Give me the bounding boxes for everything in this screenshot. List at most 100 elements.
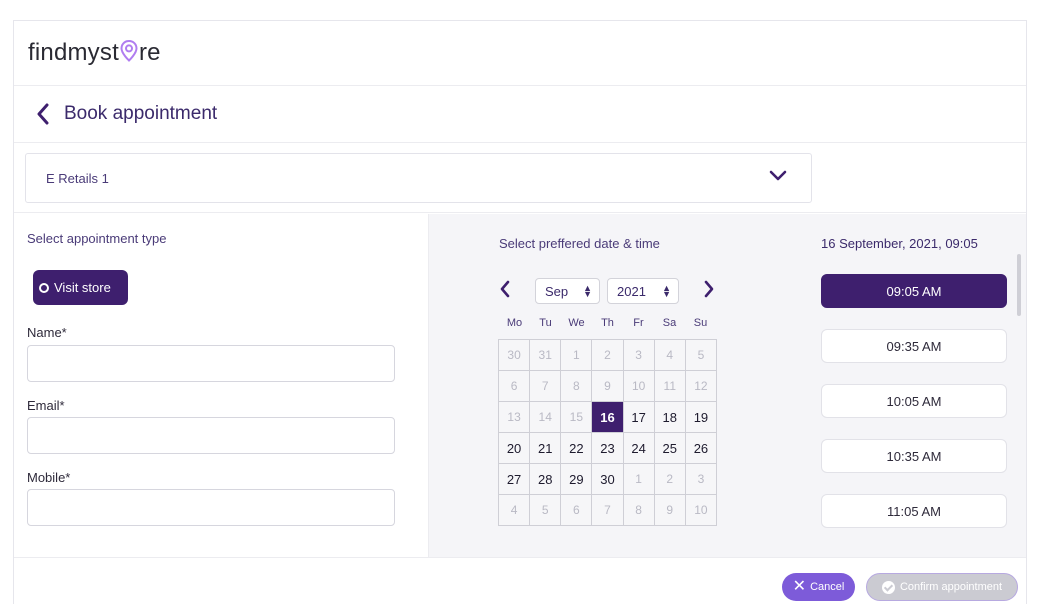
calendar-day: 12 (684, 370, 718, 402)
calendar-day: 4 (497, 494, 531, 526)
time-slot[interactable]: 11:05 AM (821, 494, 1007, 528)
confirm-appointment-button[interactable]: Confirm appointment (866, 573, 1018, 601)
calendar-day[interactable]: 27 (497, 463, 531, 495)
calendar-day: 4 (653, 339, 686, 371)
weekday-header: Mo Tu We Th Fr Sa Su (499, 317, 717, 329)
calendar-day[interactable]: 21 (529, 432, 562, 464)
calendar-day[interactable]: 26 (684, 432, 718, 464)
calendar-day: 8 (560, 370, 593, 402)
calendar-day: 9 (653, 494, 686, 526)
calendar-day: 1 (560, 339, 593, 371)
time-slot[interactable]: 10:05 AM (821, 384, 1007, 418)
month-select[interactable]: Sep ▲ ▼ (535, 278, 600, 304)
calendar-day: 13 (497, 401, 531, 433)
page-title: Book appointment (64, 103, 218, 124)
calendar-grid: 30 31 1 2 3 4 5 6 7 8 9 10 11 12 13 14 15 16 17 18 19 20 21 22 2… (497, 339, 718, 526)
calendar-day: 3 (622, 339, 655, 371)
calendar-day[interactable]: 24 (622, 432, 655, 464)
previous-month-icon[interactable] (499, 280, 511, 303)
calendar-day: 2 (653, 463, 686, 495)
year-select-value: 2021 (617, 283, 646, 299)
sort-arrows-icon: ▲ ▼ (583, 283, 592, 299)
email-field[interactable] (27, 417, 395, 454)
cancel-label: Cancel (810, 581, 845, 593)
selected-datetime: 16 September, 2021, 09:05 (821, 236, 978, 251)
chevron-down-icon (769, 170, 787, 185)
calendar-day: 3 (684, 463, 718, 495)
calendar-day: 9 (591, 370, 624, 402)
calendar-week-row: 20 21 22 23 24 25 26 (497, 432, 718, 464)
weekday-label: Fr (633, 317, 644, 329)
location-pin-icon (120, 39, 138, 62)
calendar-day[interactable]: 29 (560, 463, 593, 495)
calendar-day: 15 (560, 401, 593, 433)
calendar-day[interactable]: 23 (591, 432, 624, 464)
calendar-week-row: 6 7 8 9 10 11 12 (497, 370, 718, 402)
time-slot-list: 09:05 AM 09:35 AM 10:05 AM 10:35 AM 11:05 AM (821, 274, 1007, 549)
store-dropdown[interactable]: E Retails 1 (25, 153, 812, 203)
mobile-field[interactable] (27, 489, 395, 526)
calendar-day: 31 (529, 339, 562, 371)
calendar-navigation: Sep ▲ ▼ 2021 ▲ ▼ (499, 276, 719, 304)
calendar-week-row: 30 31 1 2 3 4 5 (497, 339, 718, 371)
weekday-label: Tu (539, 317, 552, 329)
calendar-day[interactable]: 17 (622, 401, 655, 433)
calendar-day: 6 (560, 494, 593, 526)
calendar-day: 14 (529, 401, 562, 433)
date-time-title: Select preffered date & time (499, 236, 660, 251)
check-circle-icon (881, 580, 895, 594)
sort-arrows-icon: ▲ ▼ (662, 283, 671, 299)
calendar-day: 8 (622, 494, 655, 526)
calendar-day[interactable]: 30 (591, 463, 624, 495)
radio-ring-icon (39, 282, 49, 293)
time-slot-scrollbar[interactable] (1017, 254, 1021, 316)
title-bar: Book appointment (14, 86, 1026, 143)
calendar-day[interactable]: 28 (529, 463, 562, 495)
name-field[interactable] (27, 345, 395, 382)
visit-store-button[interactable]: Visit store (33, 270, 128, 305)
calendar-day: 2 (591, 339, 624, 371)
store-bar: E Retails 1 (14, 143, 1026, 213)
weekday-label: Mo (506, 317, 523, 329)
calendar-day[interactable]: 19 (684, 401, 718, 433)
appointment-type-label: Select appointment type (27, 231, 167, 246)
month-select-value: Sep (545, 283, 569, 299)
date-time-panel: Select preffered date & time Sep ▲ ▼ 2021… (429, 214, 1026, 557)
calendar-day: 5 (684, 339, 718, 371)
calendar-day[interactable]: 18 (653, 401, 686, 433)
calendar-day: 1 (622, 463, 655, 495)
calendar-day-selected[interactable]: 16 (591, 401, 624, 433)
visit-store-label: Visit store (54, 280, 111, 295)
action-bar: ✕ Cancel Confirm appointment (14, 557, 1026, 605)
calendar-week-row: 27 28 29 30 1 2 3 (497, 463, 718, 495)
next-month-icon[interactable] (703, 280, 715, 303)
logo-text-end: re (138, 39, 161, 66)
calendar-day: 30 (497, 339, 531, 371)
confirm-label: Confirm appointment (899, 581, 1003, 593)
logo-text-start: findmyst (28, 39, 119, 66)
calendar-day: 10 (622, 370, 655, 402)
back-arrow-icon[interactable] (36, 102, 56, 126)
mobile-label: Mobile* (27, 470, 71, 485)
time-slot[interactable]: 10:35 AM (821, 439, 1007, 473)
calendar-day[interactable]: 22 (560, 432, 593, 464)
calendar-day[interactable]: 20 (497, 432, 531, 464)
app-header: findmyst re (14, 21, 1026, 86)
calendar-day: 6 (497, 370, 531, 402)
details-form: Select appointment type Visit store Name… (14, 214, 429, 557)
store-dropdown-value: E Retails 1 (46, 170, 109, 186)
year-select[interactable]: 2021 ▲ ▼ (607, 278, 679, 304)
booking-body: Select appointment type Visit store Name… (14, 214, 1026, 557)
calendar-day: 5 (529, 494, 562, 526)
weekday-label: Su (693, 317, 708, 329)
time-slot[interactable]: 09:35 AM (821, 329, 1007, 363)
weekday-label: Sa (662, 317, 677, 329)
cancel-button[interactable]: ✕ Cancel (782, 573, 855, 601)
logo: findmyst re (28, 39, 161, 67)
calendar-week-row: 13 14 15 16 17 18 19 (497, 401, 718, 433)
time-slot-selected[interactable]: 09:05 AM (821, 274, 1007, 308)
calendar-day[interactable]: 25 (653, 432, 686, 464)
weekday-label: Th (601, 317, 614, 329)
booking-panel: findmyst re Book appointment E Retails 1 (13, 20, 1027, 604)
calendar-day: 7 (529, 370, 562, 402)
